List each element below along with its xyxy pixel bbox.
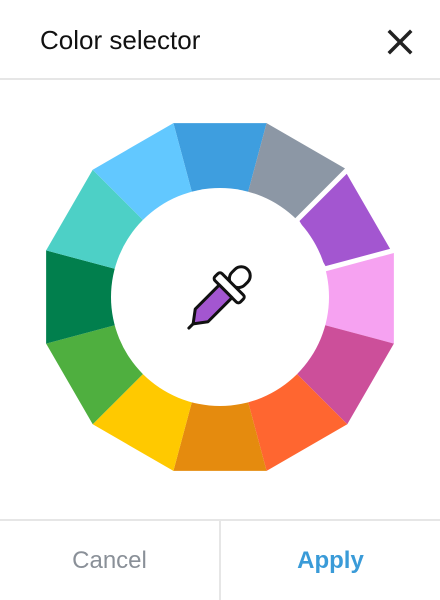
cancel-button[interactable]: Cancel [0,521,219,600]
dialog-title: Color selector [40,25,201,55]
dialog-header: Color selector [0,0,440,80]
close-icon [387,29,413,55]
apply-button[interactable]: Apply [221,521,440,600]
color-wheel [40,117,400,477]
dialog-footer: Cancel Apply [0,519,440,600]
color-wheel-svg [46,123,398,471]
close-button[interactable] [380,22,420,62]
